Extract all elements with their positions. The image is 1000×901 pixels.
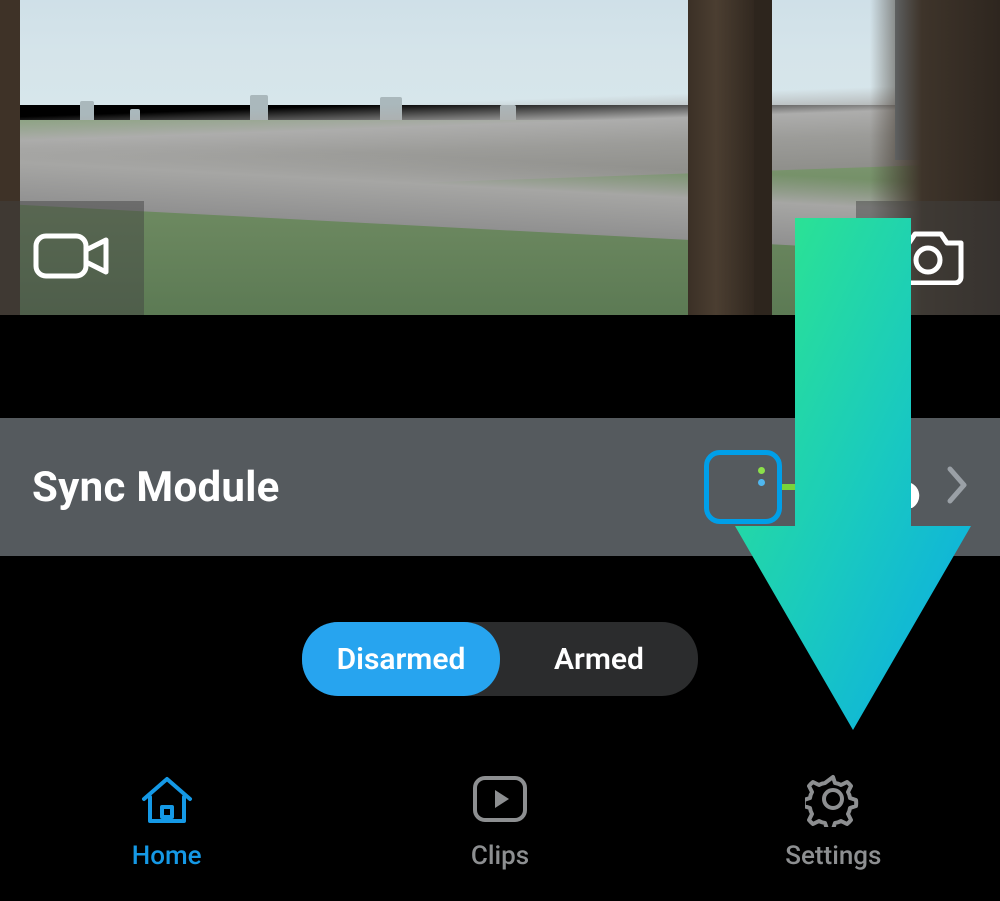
app-root: Sync Module Disarmed Armed [0,0,1000,901]
video-camera-icon [32,228,112,288]
chevron-right-icon [946,465,968,509]
nav-settings[interactable]: Settings [667,731,1000,901]
nav-clips-label: Clips [471,841,529,871]
disarmed-label: Disarmed [337,642,466,677]
home-icon [135,771,199,827]
camera-icon [889,227,967,289]
nav-settings-label: Settings [785,841,881,871]
arm-toggle: Disarmed Armed [302,622,698,696]
nav-home[interactable]: Home [0,731,333,901]
snapshot-button[interactable] [856,201,1000,315]
disarmed-button[interactable]: Disarmed [302,622,500,696]
sync-module-row[interactable]: Sync Module [0,418,1000,556]
camera-thumbnail[interactable] [0,0,1000,315]
sync-status [704,450,968,524]
gear-icon [801,771,865,827]
clips-icon [468,771,532,827]
armed-button[interactable]: Armed [500,622,698,696]
nav-clips[interactable]: Clips [333,731,666,901]
cloud-icon [844,458,924,516]
bottom-nav: Home Clips Settings [0,731,1000,901]
window-mullion [688,0,758,315]
connection-line-icon [782,484,830,490]
armed-label: Armed [554,642,644,677]
live-view-button[interactable] [0,201,144,315]
nav-home-label: Home [132,841,202,871]
sync-module-title: Sync Module [32,463,280,512]
window-mullion2 [754,0,772,315]
sync-module-icon [704,450,782,524]
